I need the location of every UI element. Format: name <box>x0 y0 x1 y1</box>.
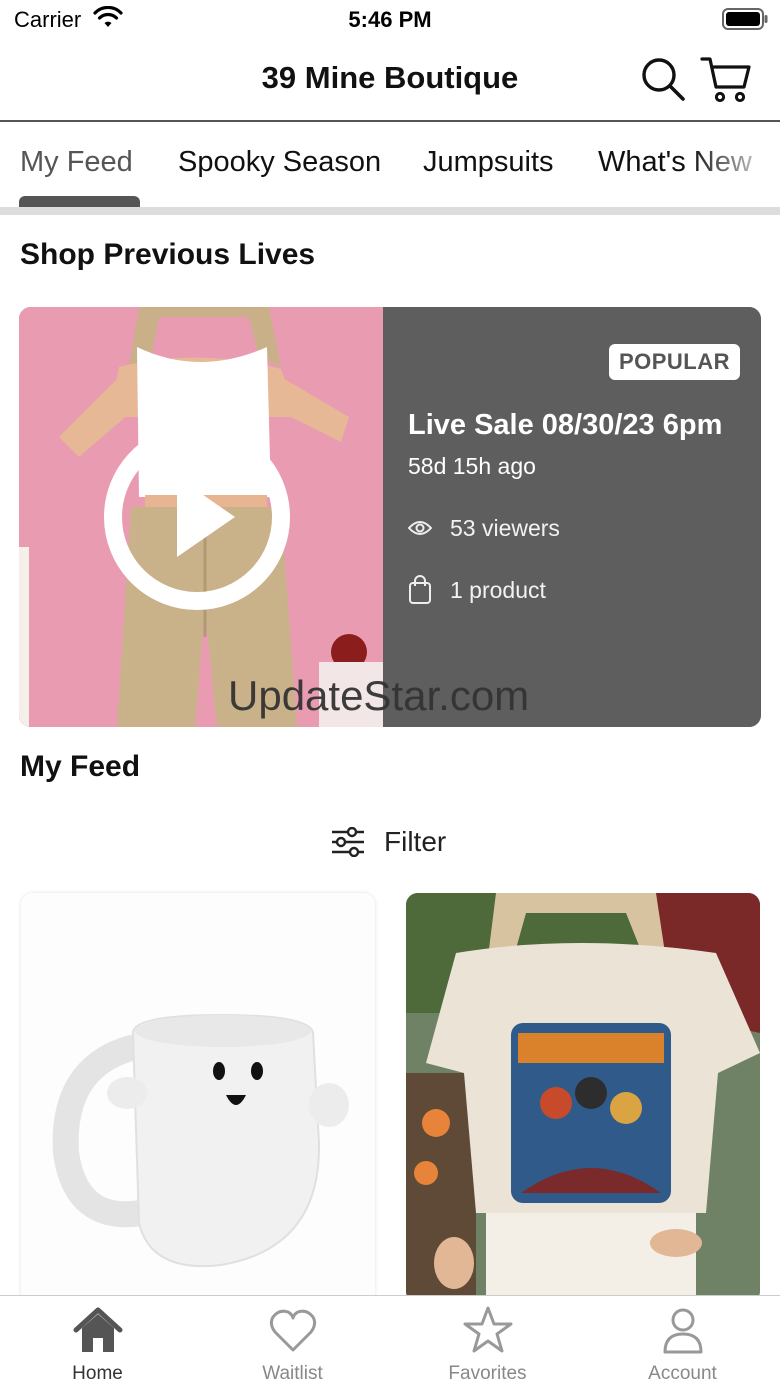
star-icon <box>463 1306 513 1353</box>
products-row: 1 product <box>408 573 546 607</box>
nav-favorites-label: Favorites <box>448 1363 527 1384</box>
ghost-mug-image <box>21 893 375 1303</box>
shopping-bag-icon <box>409 575 431 604</box>
sliders-icon <box>332 827 364 857</box>
status-time: 5:46 PM <box>348 7 432 32</box>
nav-waitlist-label: Waitlist <box>262 1363 323 1384</box>
cart-icon <box>700 57 751 103</box>
home-icon <box>73 1307 123 1352</box>
watermark: UpdateStar.com <box>228 672 530 719</box>
nav-waitlist[interactable]: Waitlist <box>195 1296 390 1387</box>
viewers-count: 53 viewers <box>450 514 560 541</box>
status-bar: Carrier 5:46 PM <box>0 0 780 40</box>
search-icon <box>642 58 685 101</box>
previous-lives-title: Shop Previous Lives <box>20 238 316 271</box>
popular-badge: POPULAR <box>608 344 740 380</box>
battery-icon <box>722 8 768 30</box>
product-card[interactable] <box>406 893 760 1303</box>
products-count: 1 product <box>450 576 546 603</box>
nav-favorites[interactable]: Favorites <box>390 1296 585 1387</box>
tab-my-feed[interactable]: My Feed <box>20 146 133 179</box>
live-sale-time-ago: 58d 15h ago <box>408 453 536 479</box>
heart-icon <box>269 1309 317 1352</box>
tab-spooky-season[interactable]: Spooky Season <box>178 146 381 179</box>
viewers-row: 53 viewers <box>408 513 560 543</box>
search-button[interactable] <box>640 56 686 102</box>
filter-label: Filter <box>384 826 447 857</box>
eye-icon <box>408 521 432 535</box>
nav-account-label: Account <box>648 1363 717 1384</box>
my-feed-title: My Feed <box>20 750 141 783</box>
tab-jumpsuits[interactable]: Jumpsuits <box>423 146 554 179</box>
play-icon[interactable] <box>103 423 291 611</box>
filter-button[interactable]: Filter <box>330 822 446 862</box>
live-sale-card[interactable]: POPULAR Live Sale 08/30/23 6pm 58d 15h a… <box>19 307 761 727</box>
product-card[interactable] <box>21 893 375 1303</box>
live-video-thumbnail <box>19 307 383 727</box>
category-tabs: My Feed Spooky Season Jumpsuits What's N… <box>0 124 780 208</box>
tabs-divider <box>0 207 780 215</box>
cart-button[interactable] <box>700 54 752 104</box>
nav-home-label: Home <box>72 1363 123 1384</box>
graphic-tee-image <box>406 893 760 1303</box>
nav-home[interactable]: Home <box>0 1296 195 1387</box>
live-sale-info: POPULAR Live Sale 08/30/23 6pm 58d 15h a… <box>383 307 761 727</box>
live-sale-title: Live Sale 08/30/23 6pm <box>408 409 723 441</box>
app-header: 39 Mine Boutique <box>0 40 780 122</box>
tabs-fade <box>690 124 780 208</box>
bottom-nav: Home Waitlist Favorites Account <box>0 1295 780 1387</box>
nav-account[interactable]: Account <box>585 1296 780 1387</box>
user-icon <box>663 1308 703 1354</box>
